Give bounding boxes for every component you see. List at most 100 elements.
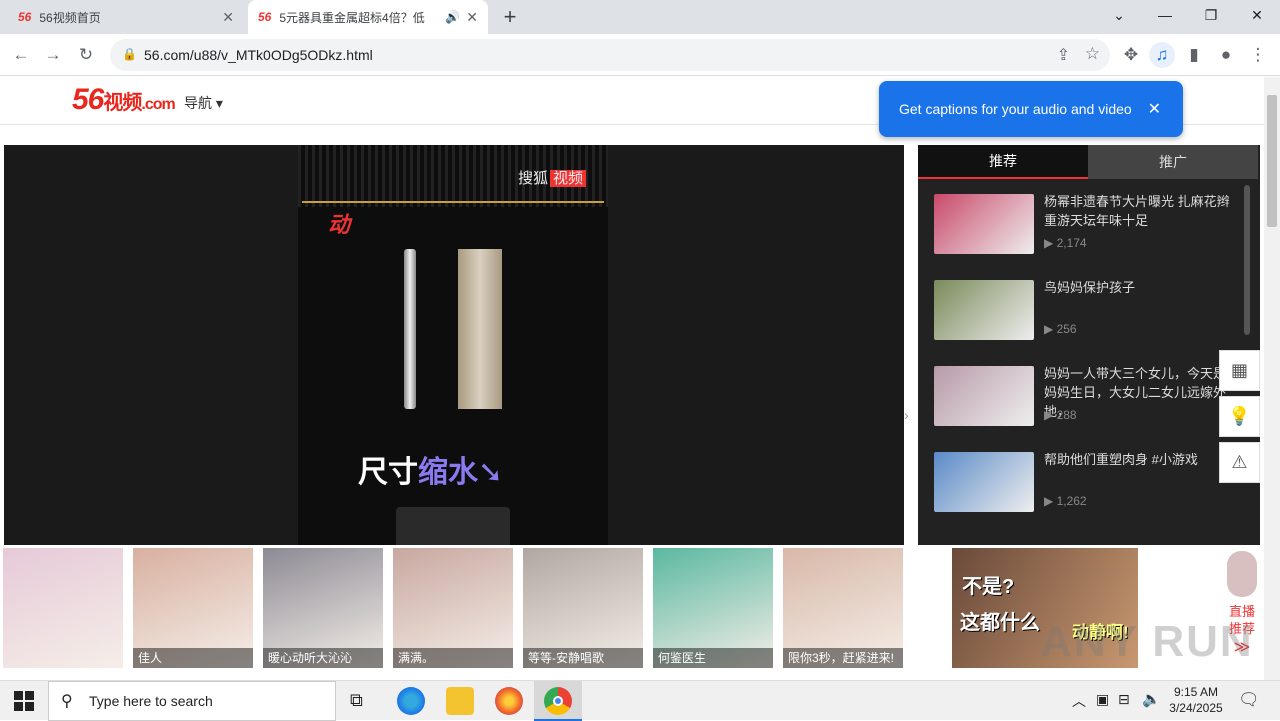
volume-icon[interactable]: 🔈	[1142, 690, 1161, 708]
play-icon: ▶	[1044, 408, 1057, 422]
ad-text-1: 不是?	[962, 576, 1015, 598]
media-controls-icon[interactable]: ♫	[1149, 42, 1175, 68]
live-caption: 暖心动听大沁沁	[263, 648, 383, 668]
share-icon[interactable]: ⇪	[1057, 45, 1070, 65]
browser-toolbar: ← → ↻ 🔒 56.com/u88/v_MTk0ODg5ODkz.html ⇪…	[0, 34, 1280, 76]
panel-toggle-chevron-icon[interactable]: ›	[904, 407, 909, 423]
taskbar-search-box[interactable]: ⚲ Type here to search	[48, 681, 336, 721]
recommend-item[interactable]: 鸟妈妈保护孩子 ▶ 256	[934, 280, 1244, 342]
metal-straw-image	[404, 249, 416, 409]
live-thumbnail[interactable]: 暖心动听大沁沁	[263, 548, 383, 668]
tab-close-icon[interactable]: ✕	[222, 9, 234, 26]
live-thumbnail[interactable]: 佳人	[133, 548, 253, 668]
speaker-icon[interactable]: 🔊	[445, 10, 460, 24]
video-title[interactable]: 帮助他们重塑肉身 #小游戏	[1044, 450, 1234, 469]
tray-device-icon[interactable]: ▣	[1096, 691, 1109, 708]
site-logo[interactable]: 56视频.com	[72, 83, 176, 117]
floating-tools: ▦ 💡 ⚠	[1219, 350, 1260, 488]
nav-menu[interactable]: 导航 ▾	[184, 93, 223, 113]
video-title[interactable]: 杨幂非遗春节大片曝光 扎麻花辫重游天坛年味十足	[1044, 192, 1234, 230]
search-placeholder: Type here to search	[89, 693, 213, 709]
search-icon: ⚲	[61, 693, 73, 710]
clock[interactable]: 9:15 AM 3/24/2025	[1166, 684, 1226, 716]
lightbulb-icon[interactable]: 💡	[1219, 396, 1260, 437]
view-count: ▶ 1,262	[1044, 494, 1087, 508]
address-bar[interactable]: 🔒 56.com/u88/v_MTk0ODg5ODkz.html ⇪ ☆	[110, 39, 1110, 71]
recommend-item[interactable]: 妈妈一人带大三个女儿，今天是妈妈生日，大女儿二女儿远嫁外地， ▶ 288	[934, 366, 1244, 428]
panel-scrollbar[interactable]	[1244, 185, 1250, 335]
video-thumbnail[interactable]	[934, 366, 1034, 426]
minimize-button[interactable]: —	[1142, 0, 1188, 30]
live-thumbnail[interactable]: 等等-安静唱歌	[523, 548, 643, 668]
video-thumbnail[interactable]	[934, 194, 1034, 254]
lock-icon[interactable]: 🔒	[122, 47, 137, 61]
extensions-icon[interactable]: ✥	[1118, 42, 1144, 68]
firefox-icon[interactable]	[495, 687, 523, 715]
live-thumbnail[interactable]: 满满。	[393, 548, 513, 668]
live-caption-popup: Get captions for your audio and video ✕	[879, 81, 1183, 137]
recommend-item[interactable]: 杨幂非遗春节大片曝光 扎麻花辫重游天坛年味十足 ▶ 2,174	[934, 194, 1244, 256]
tab-recommend[interactable]: 推荐	[918, 145, 1088, 179]
qr-code-icon[interactable]: ▦	[1219, 350, 1260, 391]
live-thumbnail[interactable]	[3, 548, 123, 668]
reload-button[interactable]: ↻	[73, 42, 99, 68]
tab-title: 5元器具重金属超标4倍？低	[279, 10, 425, 25]
tab-video[interactable]: 56 5元器具重金属超标4倍？低 🔊 ✕	[248, 0, 488, 34]
video-brand-logo: 动	[328, 212, 351, 237]
video-player[interactable]: 搜狐 视频 动 尺寸缩水➘ ›	[4, 145, 909, 547]
tray-chevron-icon[interactable]: ︿	[1072, 691, 1086, 711]
live-caption: 满满。	[393, 648, 513, 668]
live-avatar	[1227, 551, 1257, 597]
tab-56-home[interactable]: 56 56视频首页 ✕	[8, 0, 244, 34]
sohu-watermark: 搜狐 视频	[518, 167, 587, 188]
play-icon: ▶	[1044, 236, 1057, 250]
scroll-thumb[interactable]	[1267, 95, 1277, 227]
tab-close-icon[interactable]: ✕	[466, 9, 478, 26]
warning-report-icon[interactable]: ⚠	[1219, 442, 1260, 483]
view-count: ▶ 256	[1044, 322, 1077, 336]
live-caption: 等等-安静唱歌	[523, 648, 643, 668]
recommend-item[interactable]: 帮助他们重塑肉身 #小游戏 ▶ 1,262	[934, 452, 1244, 514]
video-thumbnail[interactable]	[934, 452, 1034, 512]
tab-search-button[interactable]: ⌄	[1096, 0, 1142, 30]
new-tab-button[interactable]: +	[498, 4, 522, 30]
live-thumbnail[interactable]: 何鉴医生	[653, 548, 773, 668]
video-thumbnail[interactable]	[934, 280, 1034, 340]
windows-start-icon[interactable]	[14, 691, 34, 711]
site-favicon: 56	[18, 10, 32, 24]
popup-close-icon[interactable]: ✕	[1148, 99, 1161, 119]
back-button[interactable]: ←	[8, 42, 34, 68]
clock-date: 3/24/2025	[1169, 701, 1223, 715]
play-icon: ▶	[1044, 322, 1057, 336]
forward-button[interactable]: →	[40, 42, 66, 68]
video-next-frame	[396, 507, 510, 547]
page-content: 56视频.com 导航 ▾ 搜狐 视频 动 尺寸缩水➘ › 推荐 推广 杨幂非遗春…	[0, 77, 1264, 680]
edge-icon[interactable]	[397, 687, 425, 715]
profile-avatar-icon[interactable]: ●	[1213, 42, 1239, 68]
url-text: 56.com/u88/v_MTk0ODg5ODkz.html	[144, 47, 373, 63]
popup-text: Get captions for your audio and video	[899, 101, 1132, 117]
video-title[interactable]: 鸟妈妈保护孩子	[1044, 278, 1234, 297]
video-frame[interactable]: 搜狐 视频 动 尺寸缩水➘	[298, 145, 608, 547]
chrome-taskbar-button[interactable]	[534, 681, 582, 721]
bookmark-star-icon[interactable]: ☆	[1085, 44, 1100, 64]
ruler-line	[302, 201, 604, 203]
logo-domain: .com	[141, 96, 175, 113]
close-window-button[interactable]: ✕	[1234, 0, 1280, 30]
windows-taskbar: ⚲ Type here to search ⧉ ︿ ▣ ⊟ 🔈 9:15 AM …	[0, 680, 1280, 721]
restore-button[interactable]: ❐	[1188, 0, 1234, 30]
side-panel-icon[interactable]: ▮	[1181, 42, 1207, 68]
site-favicon: 56	[258, 10, 272, 24]
play-icon: ▶	[1044, 494, 1057, 508]
menu-kebab-icon[interactable]: ⋮	[1245, 42, 1271, 68]
tab-promote[interactable]: 推广	[1088, 145, 1258, 179]
live-thumbnail[interactable]: 限你3秒，赶紧进来!	[783, 548, 903, 668]
logo-number: 56	[72, 83, 104, 116]
tab-strip: 56 56视频首页 ✕ 56 5元器具重金属超标4倍？低 🔊 ✕ + ⌄ — ❐…	[0, 0, 1280, 34]
page-scrollbar[interactable]	[1264, 77, 1280, 680]
live-caption: 佳人	[133, 648, 253, 668]
network-icon[interactable]: ⊟	[1118, 691, 1130, 708]
notification-icon[interactable]: 🗨	[1238, 690, 1260, 710]
file-explorer-icon[interactable]	[446, 687, 474, 715]
task-view-icon[interactable]: ⧉	[350, 690, 363, 711]
